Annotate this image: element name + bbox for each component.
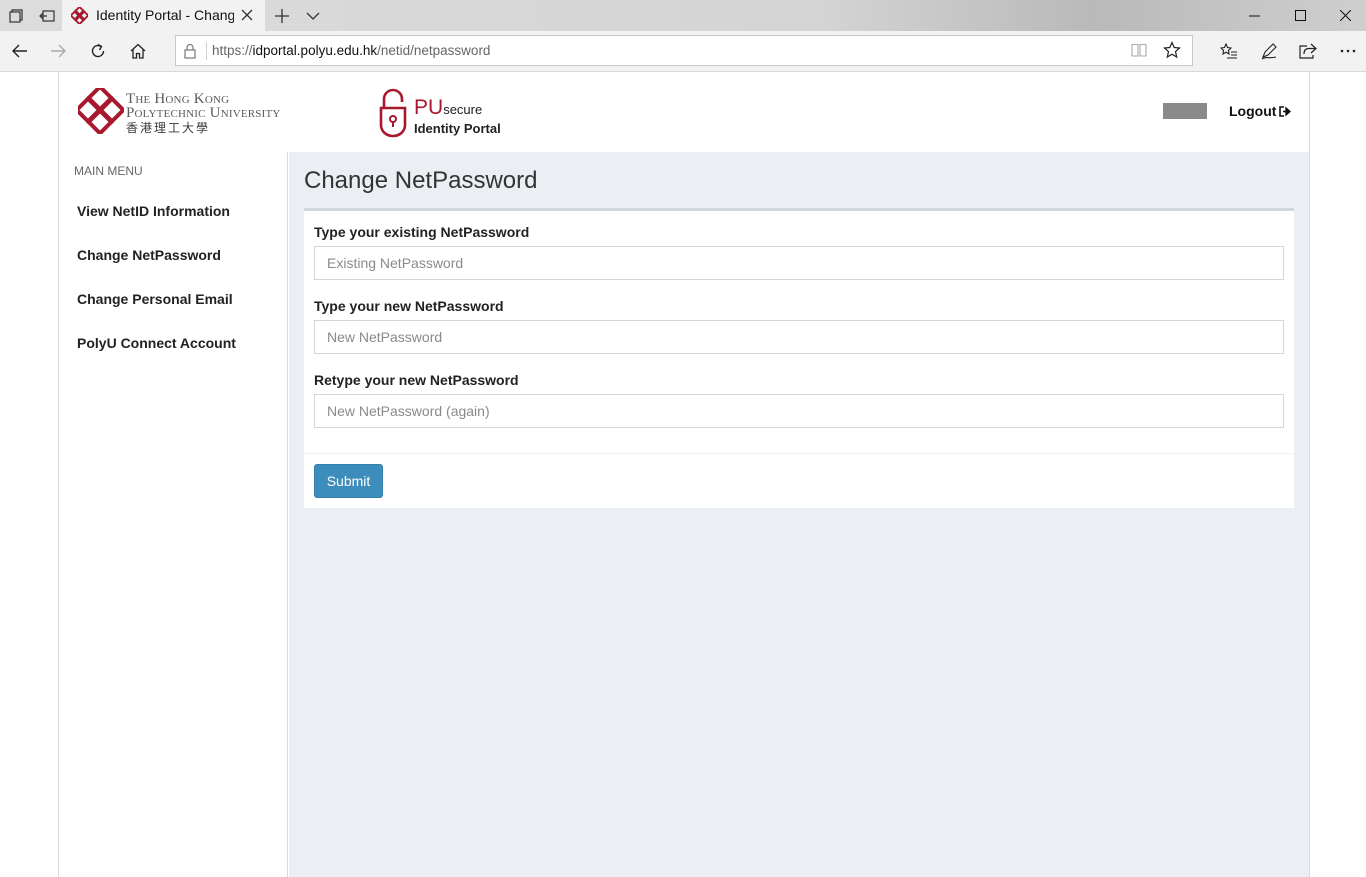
page-container: The Hong Kong Polytechnic University 香港理… [58, 72, 1310, 877]
main-content: Change NetPassword Type your existing Ne… [289, 152, 1309, 877]
arrow-right-icon[interactable] [38, 31, 78, 71]
home-icon[interactable] [118, 31, 158, 71]
close-window-icon[interactable] [1322, 0, 1366, 31]
star-icon[interactable] [1163, 41, 1181, 59]
site-header: The Hong Kong Polytechnic University 香港理… [59, 72, 1309, 152]
tab-manager-icon[interactable] [0, 0, 31, 31]
polyu-logo[interactable]: The Hong Kong Polytechnic University 香港理… [78, 88, 318, 136]
sidebar-item-change-personal-email[interactable]: Change Personal Email [77, 291, 233, 307]
browser-tab-bar: Identity Portal - Change [0, 0, 1366, 31]
university-name-chinese: 香港理工大學 [126, 121, 211, 135]
share-icon[interactable] [1288, 31, 1328, 71]
web-page: The Hong Kong Polytechnic University 香港理… [0, 72, 1366, 877]
new-password-label: Type your new NetPassword [314, 298, 504, 314]
polyu-logo-mark [78, 88, 124, 134]
plus-icon[interactable] [266, 0, 297, 31]
sidebar-title: MAIN MENU [74, 164, 143, 178]
pusecure-logo[interactable]: PUsecure Identity Portal [379, 86, 519, 138]
close-icon[interactable] [239, 7, 255, 23]
form-footer: Submit [304, 453, 1294, 508]
submit-button[interactable]: Submit [314, 464, 383, 498]
browser-nav-bar: https://idportal.polyu.edu.hk/netid/netp… [0, 31, 1366, 72]
retype-password-label: Retype your new NetPassword [314, 372, 519, 388]
set-aside-tabs-icon[interactable] [31, 0, 62, 31]
retype-password-input[interactable] [314, 394, 1284, 428]
address-bar[interactable]: https://idportal.polyu.edu.hk/netid/netp… [175, 35, 1193, 66]
sidebar-item-change-netpassword[interactable]: Change NetPassword [77, 247, 221, 263]
address-separator [206, 42, 207, 60]
sidebar-item-polyu-connect-account[interactable]: PolyU Connect Account [77, 335, 236, 351]
new-password-input[interactable] [314, 320, 1284, 354]
logout-link[interactable]: Logout [1229, 103, 1292, 119]
padlock-icon [379, 88, 407, 138]
sidebar-item-view-netid-information[interactable]: View NetID Information [77, 203, 230, 219]
logout-label: Logout [1229, 103, 1277, 119]
identity-portal-title: Identity Portal [414, 121, 501, 136]
existing-password-input[interactable] [314, 246, 1284, 280]
url-text[interactable]: https://idportal.polyu.edu.hk/netid/netp… [212, 43, 490, 58]
maximize-window-icon[interactable] [1277, 0, 1323, 31]
refresh-icon[interactable] [78, 31, 118, 71]
arrow-left-icon[interactable] [0, 31, 40, 71]
book-icon[interactable] [1131, 42, 1147, 58]
favorites-list-icon[interactable] [1209, 31, 1249, 71]
browser-tab-active[interactable]: Identity Portal - Change [62, 0, 265, 31]
chevron-down-icon[interactable] [297, 0, 328, 31]
pusecure-title: PUsecure [414, 96, 483, 119]
sidebar: MAIN MENU View NetID Information Change … [59, 152, 288, 877]
user-name-redacted [1163, 103, 1207, 119]
polyu-favicon-icon [71, 7, 88, 24]
ellipsis-icon[interactable] [1328, 31, 1366, 71]
change-password-form: Type your existing NetPassword Type your… [304, 208, 1294, 508]
existing-password-label: Type your existing NetPassword [314, 224, 530, 240]
lock-icon[interactable] [184, 43, 196, 59]
tab-title: Identity Portal - Change [96, 7, 234, 23]
page-title: Change NetPassword [304, 167, 538, 194]
minimize-window-icon[interactable] [1231, 0, 1277, 31]
sign-out-icon [1279, 105, 1292, 117]
pen-icon[interactable] [1249, 31, 1289, 71]
